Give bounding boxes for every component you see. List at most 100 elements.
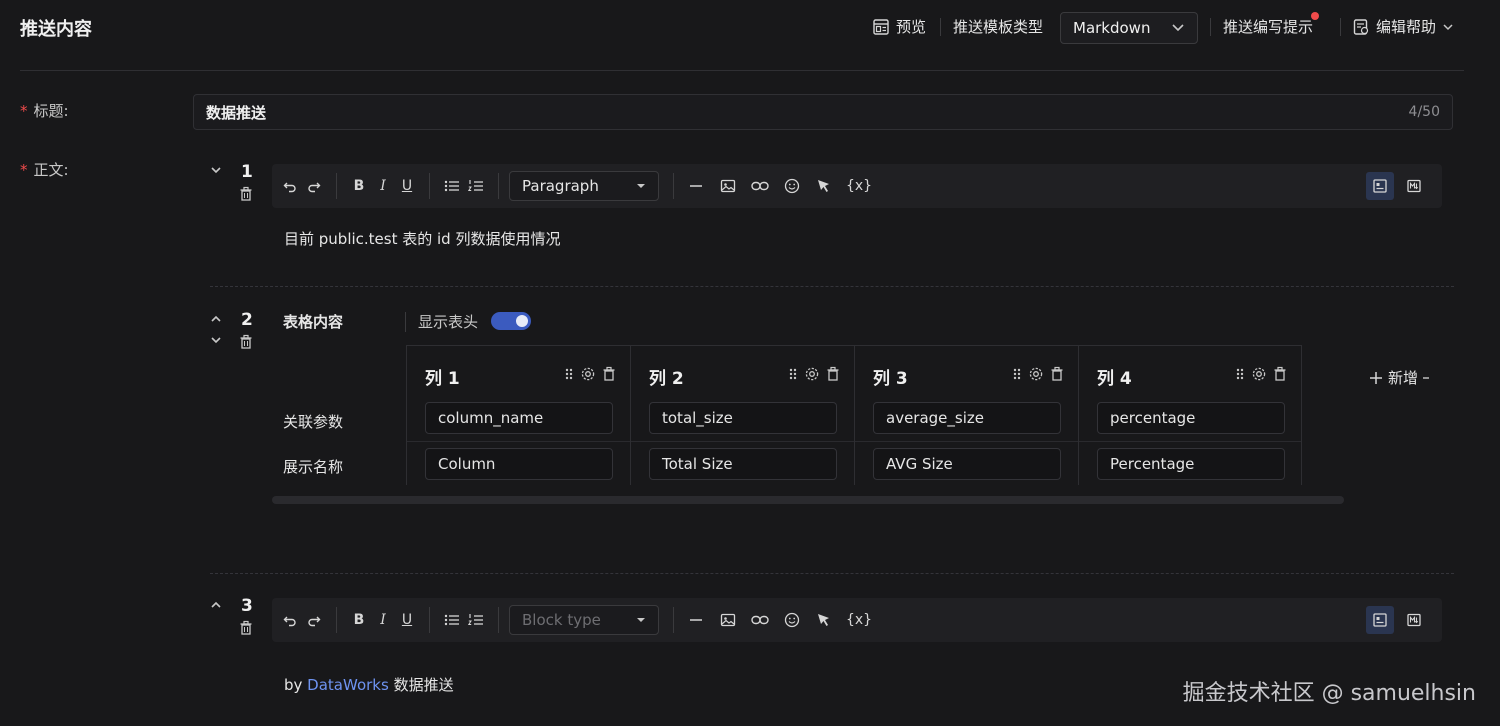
show-header-toggle[interactable]: [491, 312, 531, 330]
horizontal-rule-button[interactable]: [684, 606, 708, 634]
emoji-button[interactable]: [780, 172, 804, 200]
trash-icon[interactable]: [602, 366, 616, 382]
chevron-up-icon: [211, 315, 221, 322]
template-type-select[interactable]: Markdown: [1060, 12, 1198, 44]
display-name-input[interactable]: Percentage: [1097, 448, 1285, 480]
insert-image-button[interactable]: [716, 606, 740, 634]
highlight-button[interactable]: [812, 606, 836, 634]
header-divider-line: [20, 70, 1464, 71]
paragraph-text[interactable]: 目前 public.test 表的 id 列数据使用情况: [284, 228, 560, 249]
bullet-list-icon: [444, 614, 459, 626]
trash-icon[interactable]: [1050, 366, 1064, 382]
trash-icon[interactable]: [1273, 366, 1287, 382]
underline-button[interactable]: U: [395, 606, 419, 634]
template-type-value: Markdown: [1073, 19, 1151, 37]
undo-button[interactable]: [278, 606, 302, 634]
param-input[interactable]: total_size: [649, 402, 837, 434]
trash-icon[interactable]: [239, 334, 253, 350]
bullet-list-button[interactable]: [440, 172, 464, 200]
notification-dot: [1311, 12, 1320, 20]
italic-button[interactable]: I: [371, 172, 395, 200]
preview-button[interactable]: 预览: [872, 16, 926, 37]
emoji-button[interactable]: [780, 606, 804, 634]
toolbar-divider: [429, 607, 430, 633]
horizontal-rule-button[interactable]: [684, 172, 708, 200]
gear-icon[interactable]: [1251, 366, 1267, 382]
bullet-list-button[interactable]: [440, 606, 464, 634]
redo-button[interactable]: [302, 172, 326, 200]
column-header: 列 2: [649, 369, 684, 389]
underline-button[interactable]: U: [395, 172, 419, 200]
italic-button[interactable]: I: [371, 606, 395, 634]
editor-toolbar: B I U Paragraph {x}: [272, 164, 1442, 208]
table-column: 列 4 percentage Percentage: [1078, 345, 1302, 485]
paragraph-text[interactable]: by DataWorks 数据推送: [284, 674, 454, 695]
markdown-mode-button[interactable]: [1400, 606, 1428, 634]
add-column-button[interactable]: 新增: [1368, 367, 1430, 388]
insert-link-button[interactable]: [748, 606, 772, 634]
row-label-display: 展示名称: [283, 458, 344, 476]
redo-button[interactable]: [302, 606, 326, 634]
table-column: 列 3 average_size AVG Size: [854, 345, 1078, 485]
bullet-list-icon: [444, 180, 459, 192]
writing-tips-button[interactable]: 推送编写提示: [1223, 12, 1320, 37]
link-icon: [751, 181, 769, 191]
gear-icon[interactable]: [1028, 366, 1044, 382]
insert-image-button[interactable]: [716, 172, 740, 200]
drag-handle-icon[interactable]: [1012, 367, 1022, 381]
move-block-down-button[interactable]: [210, 334, 222, 349]
rich-text-icon: [1373, 179, 1387, 193]
param-input[interactable]: average_size: [873, 402, 1061, 434]
gear-icon[interactable]: [804, 366, 820, 382]
insert-link-button[interactable]: [748, 172, 772, 200]
undo-icon: [283, 616, 296, 627]
title-input[interactable]: 数据推送 4/50: [193, 94, 1453, 130]
block-number: 1: [241, 162, 253, 182]
redo-icon: [308, 616, 321, 627]
link-icon: [751, 615, 769, 625]
header-divider: [940, 18, 941, 36]
drag-handle-icon[interactable]: [788, 367, 798, 381]
block-number: 3: [241, 596, 253, 616]
drag-handle-icon[interactable]: [1235, 367, 1245, 381]
collapse-block-button[interactable]: [210, 164, 222, 179]
gear-icon[interactable]: [580, 366, 596, 382]
editor-toolbar: B I U Block type {x}: [272, 598, 1442, 642]
toolbar-divider: [429, 173, 430, 199]
image-icon: [720, 613, 736, 627]
display-name-input[interactable]: AVG Size: [873, 448, 1061, 480]
insert-variable-button[interactable]: {x}: [844, 172, 874, 200]
dataworks-link[interactable]: DataWorks: [307, 676, 389, 694]
bold-button[interactable]: B: [347, 172, 371, 200]
display-name-input[interactable]: Column: [425, 448, 613, 480]
block-type-select[interactable]: Block type: [509, 605, 659, 635]
rich-text-mode-button[interactable]: [1366, 172, 1394, 200]
block-type-select[interactable]: Paragraph: [509, 171, 659, 201]
trash-icon[interactable]: [239, 186, 253, 202]
toolbar-divider: [336, 173, 337, 199]
display-name-input[interactable]: Total Size: [649, 448, 837, 480]
trash-icon[interactable]: [239, 620, 253, 636]
toolbar-divider: [673, 607, 674, 633]
drag-handle-icon[interactable]: [564, 367, 574, 381]
rich-text-mode-button[interactable]: [1366, 606, 1394, 634]
ordered-list-button[interactable]: [464, 606, 488, 634]
table-horizontal-scrollbar[interactable]: [272, 496, 1344, 504]
param-input[interactable]: column_name: [425, 402, 613, 434]
move-block-up-button[interactable]: [210, 599, 222, 614]
move-block-up-button[interactable]: [210, 313, 222, 328]
param-input[interactable]: percentage: [1097, 402, 1285, 434]
row-divider: [1079, 441, 1301, 442]
bold-button[interactable]: B: [347, 606, 371, 634]
markdown-mode-button[interactable]: [1400, 172, 1428, 200]
column-header: 列 3: [873, 369, 908, 389]
table-content-label: 表格内容: [283, 313, 344, 331]
ordered-list-button[interactable]: [464, 172, 488, 200]
insert-variable-button[interactable]: {x}: [844, 606, 874, 634]
caret-down-icon: [637, 184, 645, 188]
emoji-icon: [784, 612, 800, 628]
edit-help-button[interactable]: 编辑帮助: [1352, 16, 1454, 37]
highlight-button[interactable]: [812, 172, 836, 200]
undo-button[interactable]: [278, 172, 302, 200]
trash-icon[interactable]: [826, 366, 840, 382]
